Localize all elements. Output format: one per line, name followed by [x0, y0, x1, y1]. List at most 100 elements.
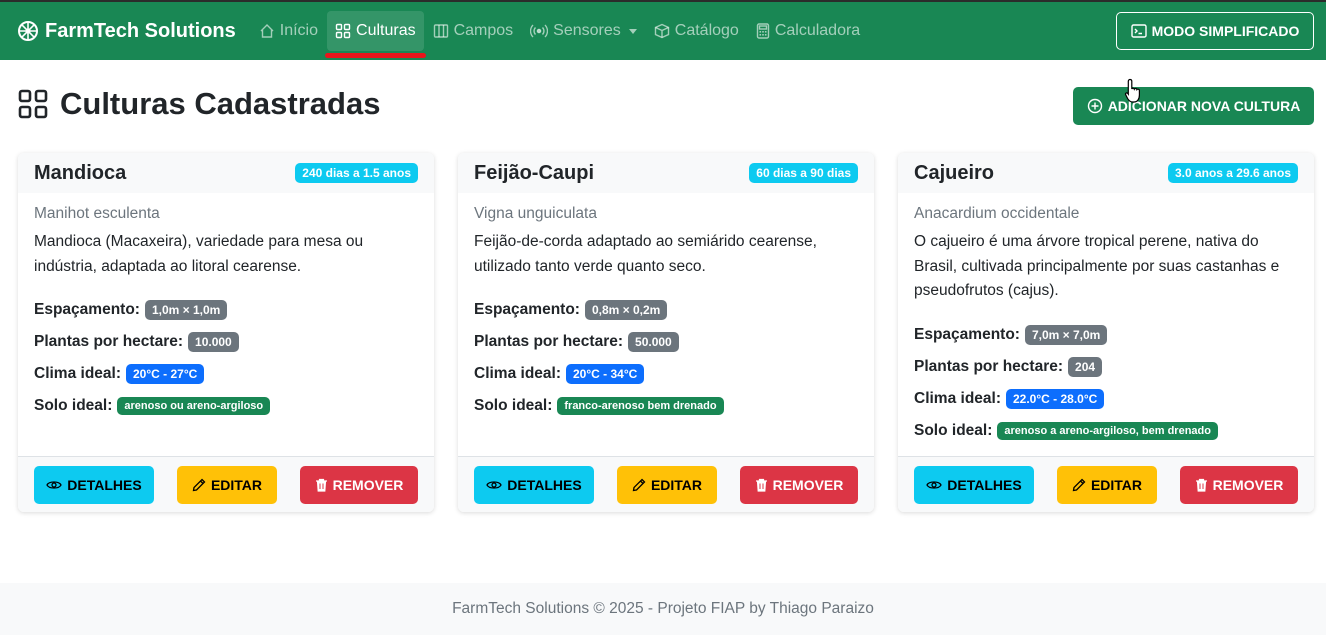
soil-row: Solo ideal: arenoso a areno-argiloso, bem…: [914, 415, 1298, 447]
details-button[interactable]: DETALHES: [474, 465, 594, 504]
climate-row: Clima ideal: 20°C - 34°C: [474, 358, 858, 390]
remove-label: REMOVER: [332, 476, 404, 493]
climate-label: Clima ideal:: [34, 365, 121, 382]
card-footer: DETALHES EDITAR REMOVER: [458, 456, 874, 512]
nav-item-culturas[interactable]: Culturas: [325, 11, 426, 58]
soil-label: Solo ideal:: [914, 421, 993, 439]
edit-button[interactable]: EDITAR: [177, 465, 277, 504]
remove-button[interactable]: REMOVER: [1180, 465, 1298, 504]
remove-label: REMOVER: [772, 476, 844, 493]
climate-label: Clima ideal:: [914, 389, 1001, 407]
culture-description: Feijão-de-corda adaptado ao semiárido ce…: [474, 233, 817, 275]
scientific-name: Manihot esculenta: [34, 205, 160, 222]
spacing-label: Espaçamento:: [34, 301, 140, 318]
main-nav: Início Culturas Campos Sensores Catálogo…: [251, 2, 869, 60]
climate-badge: 20°C - 27°C: [126, 364, 205, 384]
nav-item-calculadora[interactable]: Calculadora: [748, 11, 868, 51]
nav-label: Sensores: [553, 22, 621, 39]
culture-description: Mandioca (Macaxeira), variedade para mes…: [34, 233, 364, 275]
top-navbar: FarmTech Solutions Início Culturas Campo…: [0, 0, 1326, 60]
climate-label: Clima ideal:: [474, 365, 561, 382]
brand[interactable]: FarmTech Solutions: [17, 20, 236, 43]
edit-label: EDITAR: [1090, 476, 1143, 493]
soil-badge: arenoso a areno-argiloso, bem drenado: [997, 421, 1218, 440]
plants-row: Plantas por hectare: 10.000: [34, 326, 418, 358]
chevron-down-icon: [628, 28, 637, 34]
card-footer: DETALHES EDITAR REMOVER: [898, 456, 1314, 512]
flower-icon: [18, 21, 38, 41]
edit-label: EDITAR: [210, 476, 263, 493]
pencil-icon: [1072, 478, 1086, 491]
remove-button[interactable]: REMOVER: [740, 465, 858, 504]
details-button[interactable]: DETALHES: [914, 465, 1034, 504]
culture-card-mandioca: Mandioca 240 dias a 1.5 anos Manihot esc…: [18, 153, 434, 512]
card-body: Anacardium occidentale O cajueiro é uma …: [898, 193, 1314, 447]
grid-icon: [335, 23, 351, 39]
culture-card-feijao-caupi: Feijão-Caupi 60 dias a 90 dias Vigna ung…: [458, 153, 874, 512]
details-label: DETALHES: [947, 476, 1022, 493]
card-body: Vigna unguiculata Feijão-de-corda adapta…: [458, 193, 874, 422]
details-label: DETALHES: [507, 476, 582, 493]
details-button[interactable]: DETALHES: [34, 465, 154, 504]
simple-mode-label: MODO SIMPLIFICADO: [1151, 23, 1300, 39]
plants-row: Plantas por hectare: 204: [914, 351, 1298, 383]
card-header: Mandioca 240 dias a 1.5 anos: [18, 153, 434, 193]
soil-row: Solo ideal: franco-arenoso bem drenado: [474, 390, 858, 422]
spacing-row: Espaçamento: 0,8m × 0,2m: [474, 294, 858, 326]
spacing-badge: 7,0m × 7,0m: [1024, 324, 1108, 345]
soil-label: Solo ideal:: [34, 397, 113, 414]
page-footer: FarmTech Solutions © 2025 - Projeto FIAP…: [0, 583, 1326, 635]
brand-name: FarmTech Solutions: [45, 19, 236, 42]
nav-item-catalogo[interactable]: Catálogo: [646, 11, 747, 51]
pencil-icon: [632, 478, 646, 491]
page-title: Culturas Cadastradas: [60, 86, 381, 121]
simple-mode-button[interactable]: MODO SIMPLIFICADO: [1116, 12, 1314, 50]
nav-label: Campos: [453, 22, 514, 39]
soil-row: Solo ideal: arenoso ou areno-argiloso: [34, 390, 418, 422]
trash-icon: [315, 478, 327, 492]
pencil-icon: [192, 478, 206, 491]
page-header: Culturas Cadastradas: [18, 86, 380, 122]
climate-badge: 22.0°C - 28.0°C: [1006, 388, 1105, 409]
edit-button[interactable]: EDITAR: [1057, 465, 1157, 504]
spacing-badge: 0,8m × 0,2m: [584, 300, 668, 320]
trash-icon: [755, 478, 767, 492]
edit-label: EDITAR: [650, 476, 703, 493]
trash-icon: [1195, 478, 1207, 492]
plants-label: Plantas por hectare:: [474, 333, 624, 350]
cycle-badge: 3.0 anos a 29.6 anos: [1167, 163, 1298, 183]
culture-card-cajueiro: Cajueiro 3.0 anos a 29.6 anos Anacardium…: [898, 153, 1314, 512]
plants-badge: 10.000: [188, 332, 239, 352]
nav-item-sensores[interactable]: Sensores: [522, 11, 645, 51]
plants-label: Plantas por hectare:: [34, 333, 184, 350]
nav-item-inicio[interactable]: Início: [251, 11, 326, 51]
climate-row: Clima ideal: 20°C - 27°C: [34, 358, 418, 390]
cycle-badge: 60 dias a 90 dias: [749, 163, 858, 183]
scientific-name: Vigna unguiculata: [474, 205, 597, 222]
hand-cursor-icon: [1124, 78, 1140, 103]
nav-item-campos[interactable]: Campos: [425, 11, 522, 51]
edit-button[interactable]: EDITAR: [617, 465, 717, 504]
culture-description: O cajueiro é uma árvore tropical perene,…: [914, 233, 1280, 299]
nav-label: Calculadora: [774, 22, 861, 39]
soil-badge: arenoso ou areno-argiloso: [117, 397, 271, 415]
card-footer: DETALHES EDITAR REMOVER: [18, 456, 434, 512]
card-header: Cajueiro 3.0 anos a 29.6 anos: [898, 153, 1314, 193]
remove-button[interactable]: REMOVER: [300, 465, 418, 504]
nav-label: Culturas: [356, 22, 416, 39]
culture-name: Cajueiro: [914, 161, 995, 184]
spacing-badge: 1,0m × 1,0m: [144, 300, 228, 320]
grid-icon: [18, 89, 48, 119]
add-culture-button[interactable]: ADICIONAR NOVA CULTURA: [1073, 87, 1314, 125]
soil-badge: franco-arenoso bem drenado: [557, 397, 724, 415]
eye-icon: [46, 480, 63, 489]
cycle-badge: 240 dias a 1.5 anos: [295, 163, 418, 183]
calculator-icon: [756, 23, 770, 39]
plants-label: Plantas por hectare:: [914, 357, 1064, 375]
plants-row: Plantas por hectare: 50.000: [474, 326, 858, 358]
nav-label: Início: [279, 22, 319, 39]
card-header: Feijão-Caupi 60 dias a 90 dias: [458, 153, 874, 193]
card-body: Manihot esculenta Mandioca (Macaxeira), …: [18, 193, 434, 422]
eye-icon: [926, 480, 943, 489]
scientific-name: Anacardium occidentale: [914, 205, 1080, 222]
